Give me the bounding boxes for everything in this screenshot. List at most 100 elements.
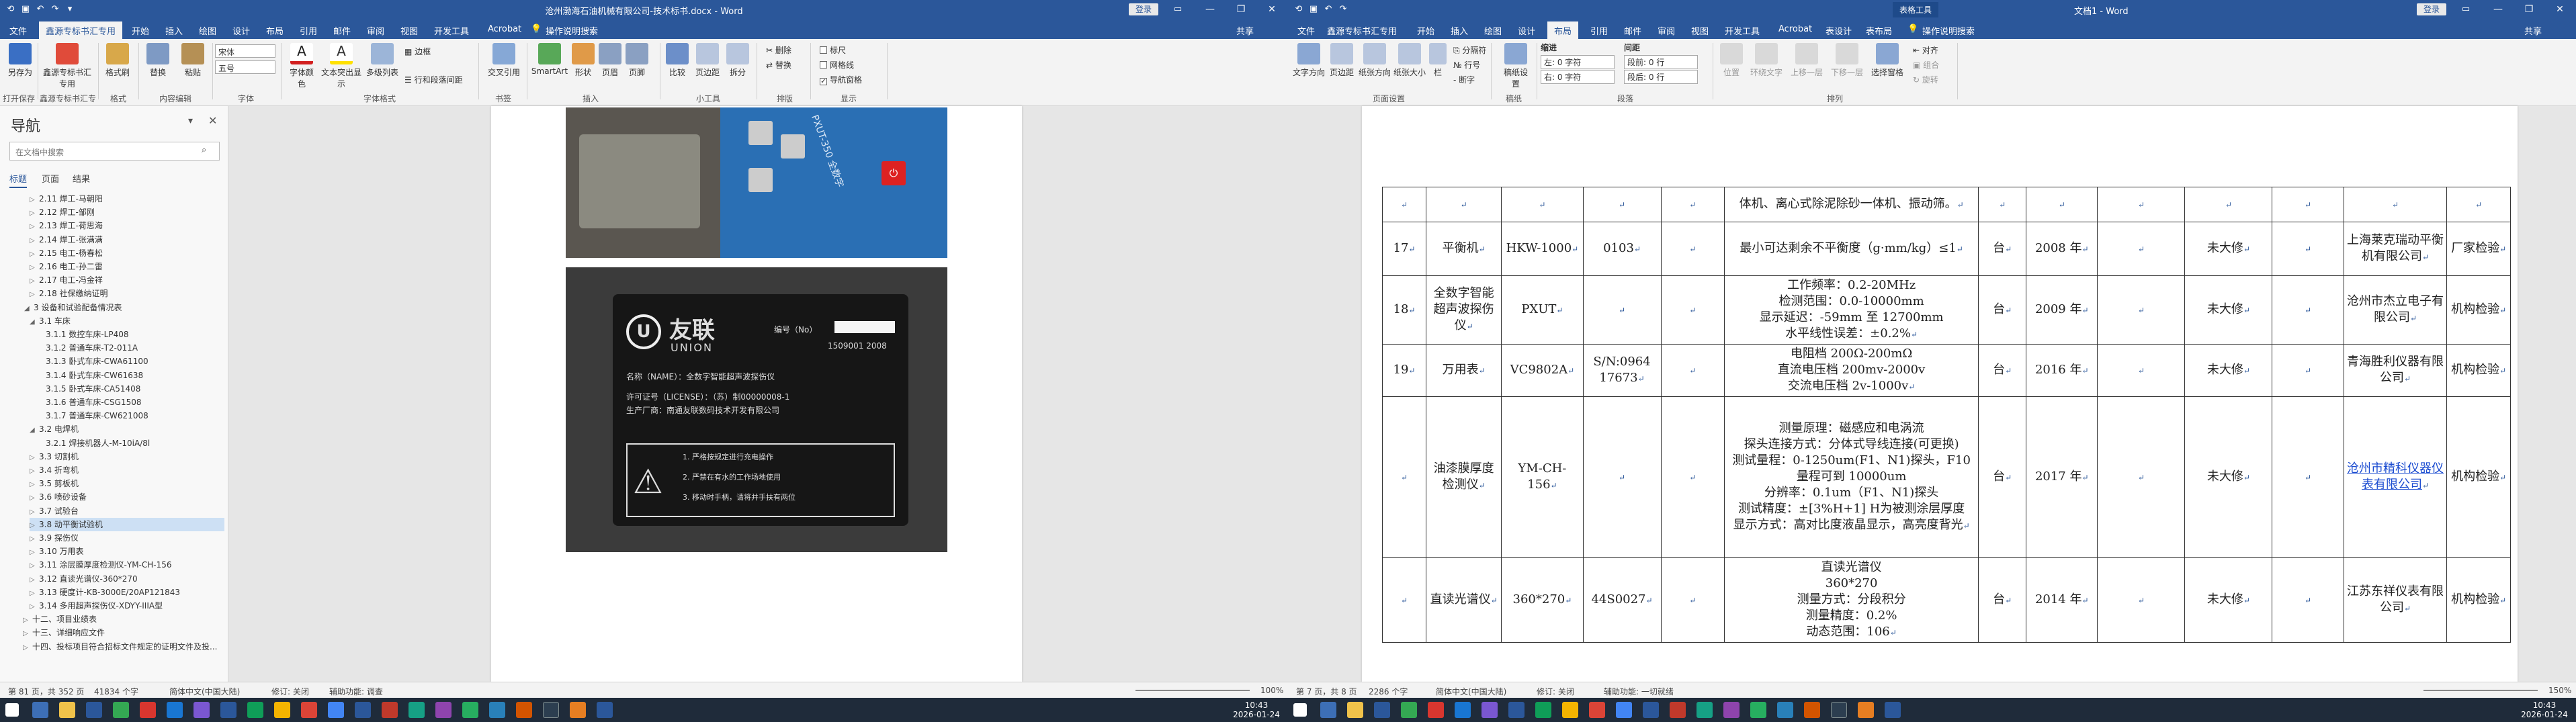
tab-review[interactable]: 审阅	[367, 24, 384, 37]
app-icon[interactable]	[1723, 702, 1740, 718]
system-clock[interactable]: 10:43 2026-01-24	[1230, 701, 1283, 719]
table-cell-model[interactable]: YM-CH-156↵	[1501, 396, 1584, 558]
expand-arrow-icon[interactable]: ▷	[30, 600, 39, 614]
zoom-slider[interactable]	[2423, 690, 2538, 691]
table-cell-unit[interactable]: 台↵	[1978, 222, 2027, 276]
table-cell-status[interactable]: 未大修↵	[2184, 344, 2273, 397]
zoom-level[interactable]: 100%	[1260, 686, 1283, 695]
share-button[interactable]: 共享	[1236, 24, 1254, 37]
multilevel-list-button[interactable]: 多级列表	[364, 43, 400, 78]
table-cell-no[interactable]: 19↵	[1382, 344, 1426, 397]
saveas-button[interactable]: 另存为	[4, 43, 36, 78]
nav-tab-pages[interactable]: 页面	[42, 172, 59, 185]
expand-arrow-icon[interactable]: ▷	[30, 478, 39, 492]
table-cell-blank[interactable]: ↵	[1660, 344, 1725, 397]
nav-heading-item[interactable]: ▷ 2.18 社保缴纳证明	[30, 287, 224, 300]
table-cell-source[interactable]: 机构检验↵	[2446, 396, 2511, 558]
word-icon[interactable]	[1643, 702, 1659, 718]
tab-custom[interactable]: 鑫源专标书汇专用	[1327, 24, 1397, 37]
nav-heading-item[interactable]: ▷ 3.5 剪板机	[30, 477, 224, 490]
share-button[interactable]: 共享	[2524, 24, 2542, 37]
nav-tab-results[interactable]: 结果	[73, 172, 90, 185]
tell-me-search[interactable]: 操作说明搜索	[1922, 24, 1975, 37]
nav-heading-item[interactable]: ▷ 2.15 电工-杨春松	[30, 246, 224, 260]
table-cell-no[interactable]: 18↵	[1382, 275, 1426, 345]
table-cell-own[interactable]: ↵	[2272, 557, 2344, 643]
expand-arrow-icon[interactable]: ▷	[30, 261, 39, 275]
tab-mailings[interactable]: 邮件	[1624, 24, 1641, 37]
app-icon[interactable]	[1482, 702, 1498, 718]
nav-heading-item[interactable]: 3.1.2 普通车床-T2-011A	[36, 341, 224, 355]
redo-icon[interactable]: ↷	[1338, 4, 1348, 15]
table-cell-qty[interactable]: ↵	[2097, 222, 2186, 276]
pdf-icon[interactable]	[382, 702, 398, 718]
nav-heading-item[interactable]: ▷ 3.14 多用超声探伤仪-XDYY-IIIA型	[30, 599, 224, 613]
table-cell-maker[interactable]: 上海莱克瑞动平衡机有限公司↵	[2343, 222, 2448, 276]
ruler-checkbox[interactable]: 标尺	[820, 44, 846, 56]
app-icon[interactable]	[1831, 702, 1847, 718]
nav-heading-item[interactable]: ▷ 2.17 电工-冯金祥	[30, 273, 224, 287]
tab-developer[interactable]: 开发工具	[434, 24, 469, 37]
app-icon[interactable]	[489, 702, 505, 718]
smartart-button[interactable]: SmartArt	[531, 43, 568, 76]
table-cell-qty[interactable]: ↵	[2097, 275, 2186, 345]
nav-heading-item[interactable]: ▷ 3.8 动平衡试验机	[30, 517, 224, 531]
table-cell-year[interactable]: 2009 年↵	[2026, 275, 2098, 345]
app-icon[interactable]	[1589, 702, 1605, 718]
table-cell-status[interactable]: 未大修↵	[2184, 275, 2273, 345]
hyphenation-button[interactable]: ‐ 断字	[1453, 74, 1475, 85]
orientation-button[interactable]: 纸张方向	[1358, 43, 1391, 78]
pdf-icon[interactable]	[1670, 702, 1686, 718]
word-icon[interactable]	[1885, 702, 1901, 718]
nav-tab-headings[interactable]: 标题	[9, 172, 28, 188]
tab-design[interactable]: 设计	[232, 24, 250, 37]
table-cell-spec[interactable]: 测量原理：磁感应和电涡流 探头连接方式：分体式导线连接(可更换) 测试量程：0-12…	[1724, 396, 1979, 558]
nav-heading-item[interactable]: ◢ 3.1 车床	[30, 314, 224, 328]
table-cell-maker[interactable]: 江苏东祥仪表有限公司↵	[2343, 557, 2448, 643]
table-cell-serial[interactable]: S/N:0964 17673↵	[1582, 344, 1662, 397]
split-button[interactable]: 拆分	[726, 43, 750, 78]
tab-insert[interactable]: 插入	[1451, 24, 1468, 37]
tab-view[interactable]: 视图	[400, 24, 418, 37]
app-icon[interactable]	[1562, 702, 1578, 718]
table-cell-own[interactable]: ↵	[2272, 222, 2344, 276]
paste-button[interactable]: 粘贴	[176, 43, 210, 78]
save-icon[interactable]: ▣	[1308, 4, 1319, 15]
zoom-slider[interactable]	[1135, 690, 1250, 691]
app-icon[interactable]	[516, 702, 532, 718]
expand-arrow-icon[interactable]: ▷	[30, 193, 39, 207]
table-cell-spec[interactable]: 最小可达剩余不平衡度（g·mm/kg）≤1↵	[1724, 222, 1979, 276]
page-count[interactable]: 第 81 页，共 352 页	[8, 686, 84, 697]
expand-arrow-icon[interactable]: ◢	[24, 302, 34, 316]
undo-icon[interactable]: ↶	[1323, 4, 1334, 15]
expand-arrow-icon[interactable]: ▷	[30, 559, 39, 573]
zoom-level[interactable]: 150%	[2548, 686, 2571, 695]
table-cell-name[interactable]: 万用表↵	[1425, 344, 1502, 397]
wrap-text-button[interactable]: 环绕文字	[1748, 43, 1785, 78]
track-changes[interactable]: 修订: 关闭	[271, 686, 309, 697]
columns-button[interactable]: 栏	[1428, 43, 1448, 78]
expand-arrow-icon[interactable]: ▷	[30, 492, 39, 505]
line-spacing-button[interactable]: ☰ 行和段落间距	[404, 74, 463, 85]
word-icon[interactable]	[1374, 702, 1390, 718]
nav-heading-item[interactable]: ▷ 2.11 焊工-马朝阳	[30, 192, 224, 206]
nav-heading-item[interactable]: ▷ 3.7 试验台	[30, 504, 224, 518]
nav-close-icon[interactable]: ✕	[208, 114, 217, 127]
header-button[interactable]: 页眉	[598, 43, 622, 78]
expand-arrow-icon[interactable]: ◢	[30, 424, 39, 437]
nav-heading-item[interactable]: 3.1.5 卧式车床-CA51408	[36, 382, 224, 396]
nav-heading-item[interactable]: ▷ 2.16 电工-孙二雷	[30, 260, 224, 273]
table-cell-unit[interactable]: 台↵	[1978, 275, 2027, 345]
nav-heading-item[interactable]: ▷ 2.12 焊工-邹刚	[30, 206, 224, 219]
nav-heading-item[interactable]: ▷ 3.9 探伤仪	[30, 531, 224, 545]
table-cell-serial[interactable]: 0103↵	[1582, 222, 1662, 276]
text-direction-button[interactable]: 文字方向	[1292, 43, 1326, 78]
page-count[interactable]: 第 7 页，共 8 页	[1296, 686, 1357, 697]
table-cell-year[interactable]: 2014 年↵	[2026, 557, 2098, 643]
expand-arrow-icon[interactable]: ▷	[23, 641, 32, 655]
word-count[interactable]: 41834 个字	[94, 686, 138, 697]
expand-arrow-icon[interactable]: ▷	[30, 533, 39, 546]
app-icon[interactable]	[409, 702, 425, 718]
tab-home[interactable]: 开始	[132, 24, 149, 37]
rotate-button[interactable]: ↻ 旋转	[1913, 74, 1938, 85]
